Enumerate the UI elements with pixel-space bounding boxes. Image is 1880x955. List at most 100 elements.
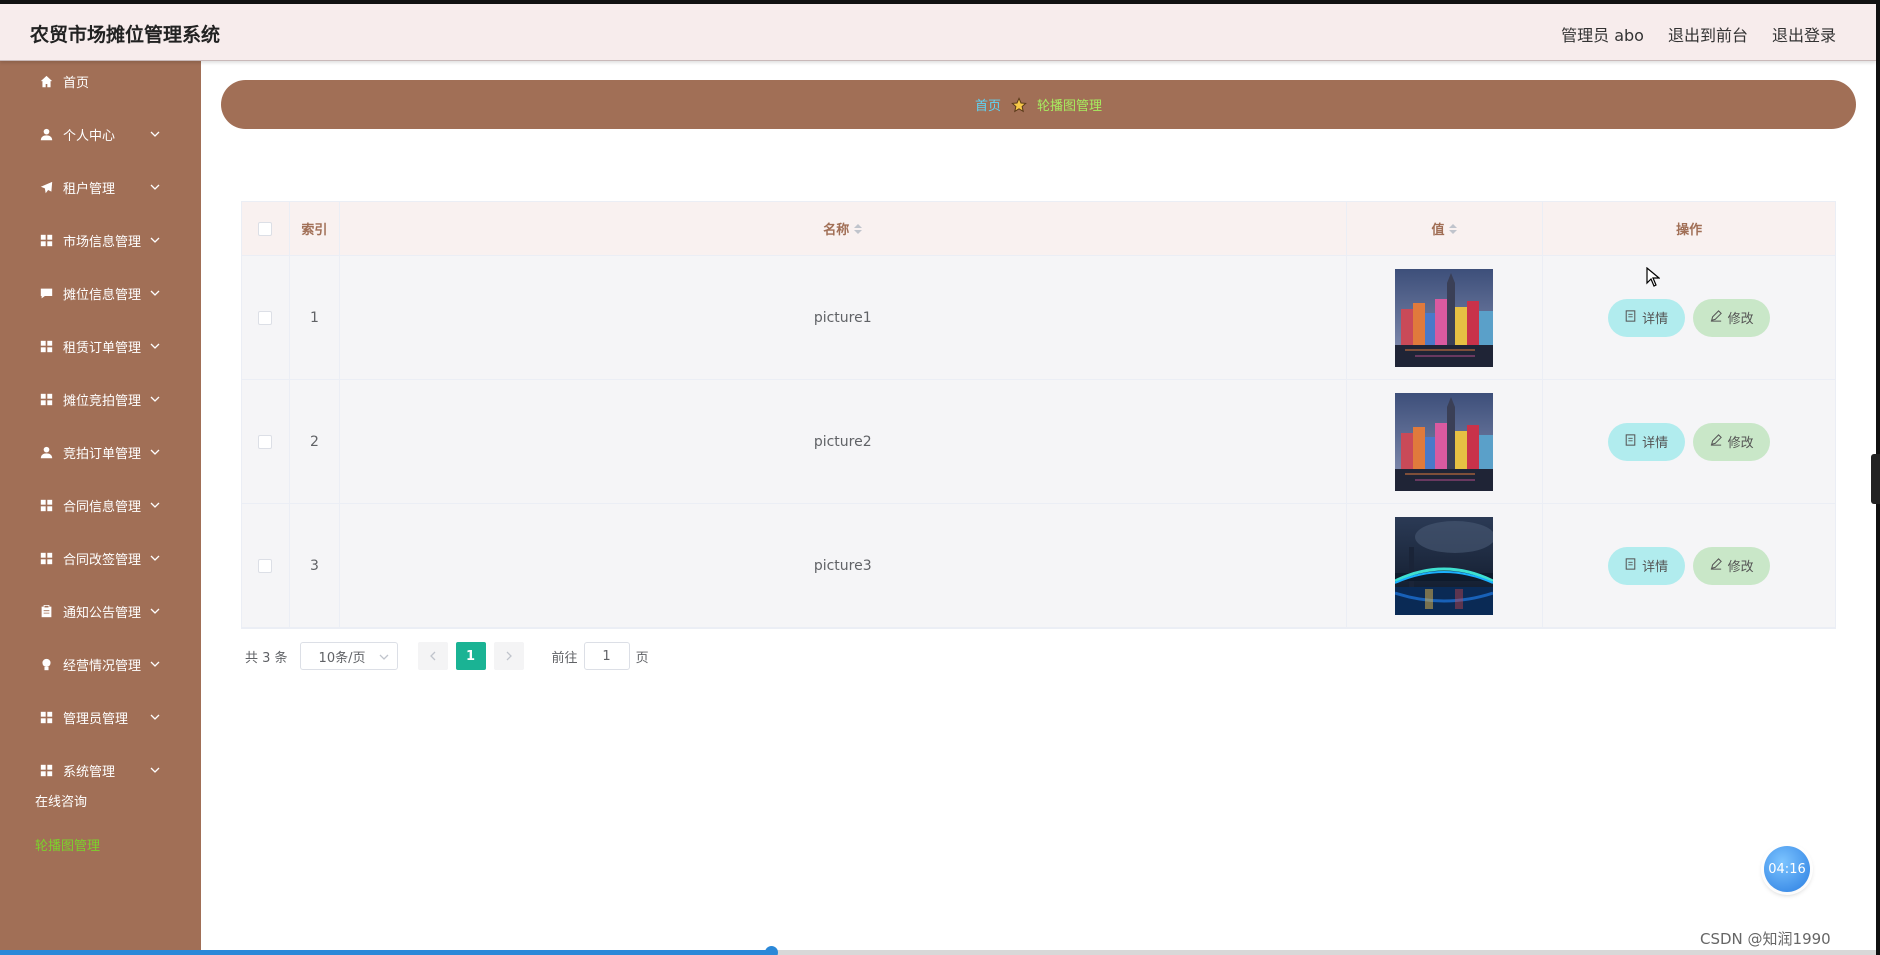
logout-link[interactable]: 退出登录 (1772, 22, 1836, 46)
chevron-down-icon (150, 180, 160, 195)
chevron-down-icon (150, 127, 160, 142)
chevron-down-icon (379, 654, 389, 660)
pagination: 共 3 条 10条/页 1 前往 页 (245, 642, 649, 670)
chevron-down-icon (150, 498, 160, 513)
sort-icon[interactable] (1449, 223, 1458, 234)
chevron-down-icon (150, 604, 160, 619)
mouse-cursor-icon (1646, 266, 1661, 291)
sidebar-item-consult[interactable]: 在线咨询 (35, 791, 87, 810)
sidebar-item-carousel[interactable]: 轮播图管理 (35, 835, 100, 854)
sidebar-item[interactable]: 管理员管理 (0, 697, 201, 737)
edit-label: 修改 (1727, 436, 1754, 451)
sidebar-item-label: 经营情况管理 (63, 658, 142, 674)
page-size-value: 10条/页 (318, 650, 366, 666)
send-icon (39, 180, 53, 194)
carousel-table: 索引 名称 值 操作 1 picture1 详情 修改 2 picture2 详情 修改 3 pi… (241, 201, 1836, 629)
row-check-cell (242, 380, 290, 503)
sidebar-item[interactable]: 系统管理 (0, 750, 201, 790)
sidebar-item[interactable]: 摊位竞拍管理 (0, 379, 201, 419)
sidebar-item-label: 竞拍订单管理 (63, 446, 142, 462)
sidebar-item[interactable]: 摊位信息管理 (0, 273, 201, 313)
row-name: picture1 (340, 256, 1347, 379)
select-all-checkbox[interactable] (258, 221, 273, 236)
detail-button[interactable]: 详情 (1608, 546, 1686, 585)
chevron-down-icon (150, 233, 160, 248)
sidebar-item[interactable]: 经营情况管理 (0, 644, 201, 684)
document-icon (1625, 557, 1636, 574)
breadcrumb-current: 轮播图管理 (1037, 99, 1103, 114)
row-index: 3 (290, 504, 340, 627)
sort-icon[interactable] (854, 223, 863, 234)
table-header: 索引 名称 值 操作 (242, 202, 1835, 256)
row-thumbnail[interactable] (1395, 392, 1494, 491)
sidebar-item-label: 管理员管理 (63, 711, 129, 727)
exit-to-front-link[interactable]: 退出到前台 (1668, 22, 1748, 46)
detail-label: 详情 (1642, 560, 1669, 575)
sidebar-item[interactable]: 通知公告管理 (0, 591, 201, 631)
chevron-down-icon (150, 392, 160, 407)
sidebar-item[interactable]: 租户管理 (0, 167, 201, 207)
sidebar-item-label: 摊位信息管理 (63, 287, 142, 303)
chevron-down-icon (150, 445, 160, 460)
page: 农贸市场摊位管理系统 管理员 abo 退出到前台 退出登录 首页 个人中心 租户管理… (0, 0, 1880, 955)
row-actions: 详情 修改 (1543, 504, 1835, 627)
edit-label: 修改 (1727, 560, 1754, 575)
detail-label: 详情 (1642, 312, 1669, 327)
prev-page-button[interactable] (417, 642, 448, 670)
sidebar-item[interactable]: 合同信息管理 (0, 485, 201, 525)
row-checkbox[interactable] (258, 434, 273, 449)
star-icon (1011, 96, 1027, 113)
goto-page-input[interactable] (583, 642, 630, 670)
grid-icon (39, 233, 53, 247)
row-thumbnail[interactable] (1395, 516, 1494, 615)
row-checkbox[interactable] (258, 310, 273, 325)
row-thumbnail[interactable] (1395, 268, 1494, 367)
chevron-down-icon (150, 657, 160, 672)
row-checkbox[interactable] (258, 558, 273, 573)
sidebar-item[interactable]: 个人中心 (0, 114, 201, 154)
sidebar-item-label: 市场信息管理 (63, 234, 142, 250)
grid-icon (39, 392, 53, 406)
sidebar-item-label: 通知公告管理 (63, 605, 142, 621)
sidebar-item[interactable]: 竞拍订单管理 (0, 432, 201, 472)
side-handle[interactable] (1871, 454, 1880, 504)
row-image-cell (1347, 504, 1544, 627)
chevron-down-icon (150, 763, 160, 778)
header-name-label: 名称 (823, 223, 850, 238)
edit-icon (1710, 557, 1722, 574)
detail-button[interactable]: 详情 (1608, 422, 1686, 461)
sidebar-item-label: 合同信息管理 (63, 499, 142, 515)
sidebar-item[interactable]: 首页 (0, 61, 201, 101)
home-icon (39, 74, 53, 88)
sidebar-item[interactable]: 租赁订单管理 (0, 326, 201, 366)
row-index: 2 (290, 380, 340, 503)
document-icon (1625, 433, 1636, 450)
sidebar-item-label: 系统管理 (63, 764, 116, 780)
video-progress-handle[interactable] (764, 946, 778, 955)
header-name[interactable]: 名称 (340, 202, 1347, 255)
video-progress-fill (0, 950, 771, 955)
header-value[interactable]: 值 (1347, 202, 1544, 255)
page-number-button[interactable]: 1 (455, 642, 486, 670)
chevron-left-icon (429, 651, 436, 661)
clipboard-icon (39, 604, 53, 618)
next-page-button[interactable] (493, 642, 524, 670)
breadcrumb-home[interactable]: 首页 (975, 95, 1001, 114)
header-check-cell (242, 202, 290, 255)
grid-icon (39, 339, 53, 353)
sidebar-item[interactable]: 市场信息管理 (0, 220, 201, 260)
edit-button[interactable]: 修改 (1693, 422, 1771, 461)
row-name: picture2 (340, 380, 1347, 503)
edit-icon (1710, 433, 1722, 450)
page-size-select[interactable]: 10条/页 (299, 642, 398, 670)
timer-badge[interactable]: 04:16 (1764, 846, 1810, 892)
document-icon (1625, 309, 1636, 326)
edit-button[interactable]: 修改 (1693, 298, 1771, 337)
pagination-total: 共 3 条 (245, 650, 288, 666)
table-row: 3 picture3 详情 修改 (242, 504, 1835, 628)
row-actions: 详情 修改 (1543, 380, 1835, 503)
sidebar: 首页个人中心租户管理市场信息管理 摊位信息管理租赁订单管理 摊位竞拍管理竞拍订单管理… (0, 61, 201, 955)
edit-button[interactable]: 修改 (1693, 546, 1771, 585)
sidebar-item[interactable]: 合同改签管理 (0, 538, 201, 578)
detail-button[interactable]: 详情 (1608, 298, 1686, 337)
